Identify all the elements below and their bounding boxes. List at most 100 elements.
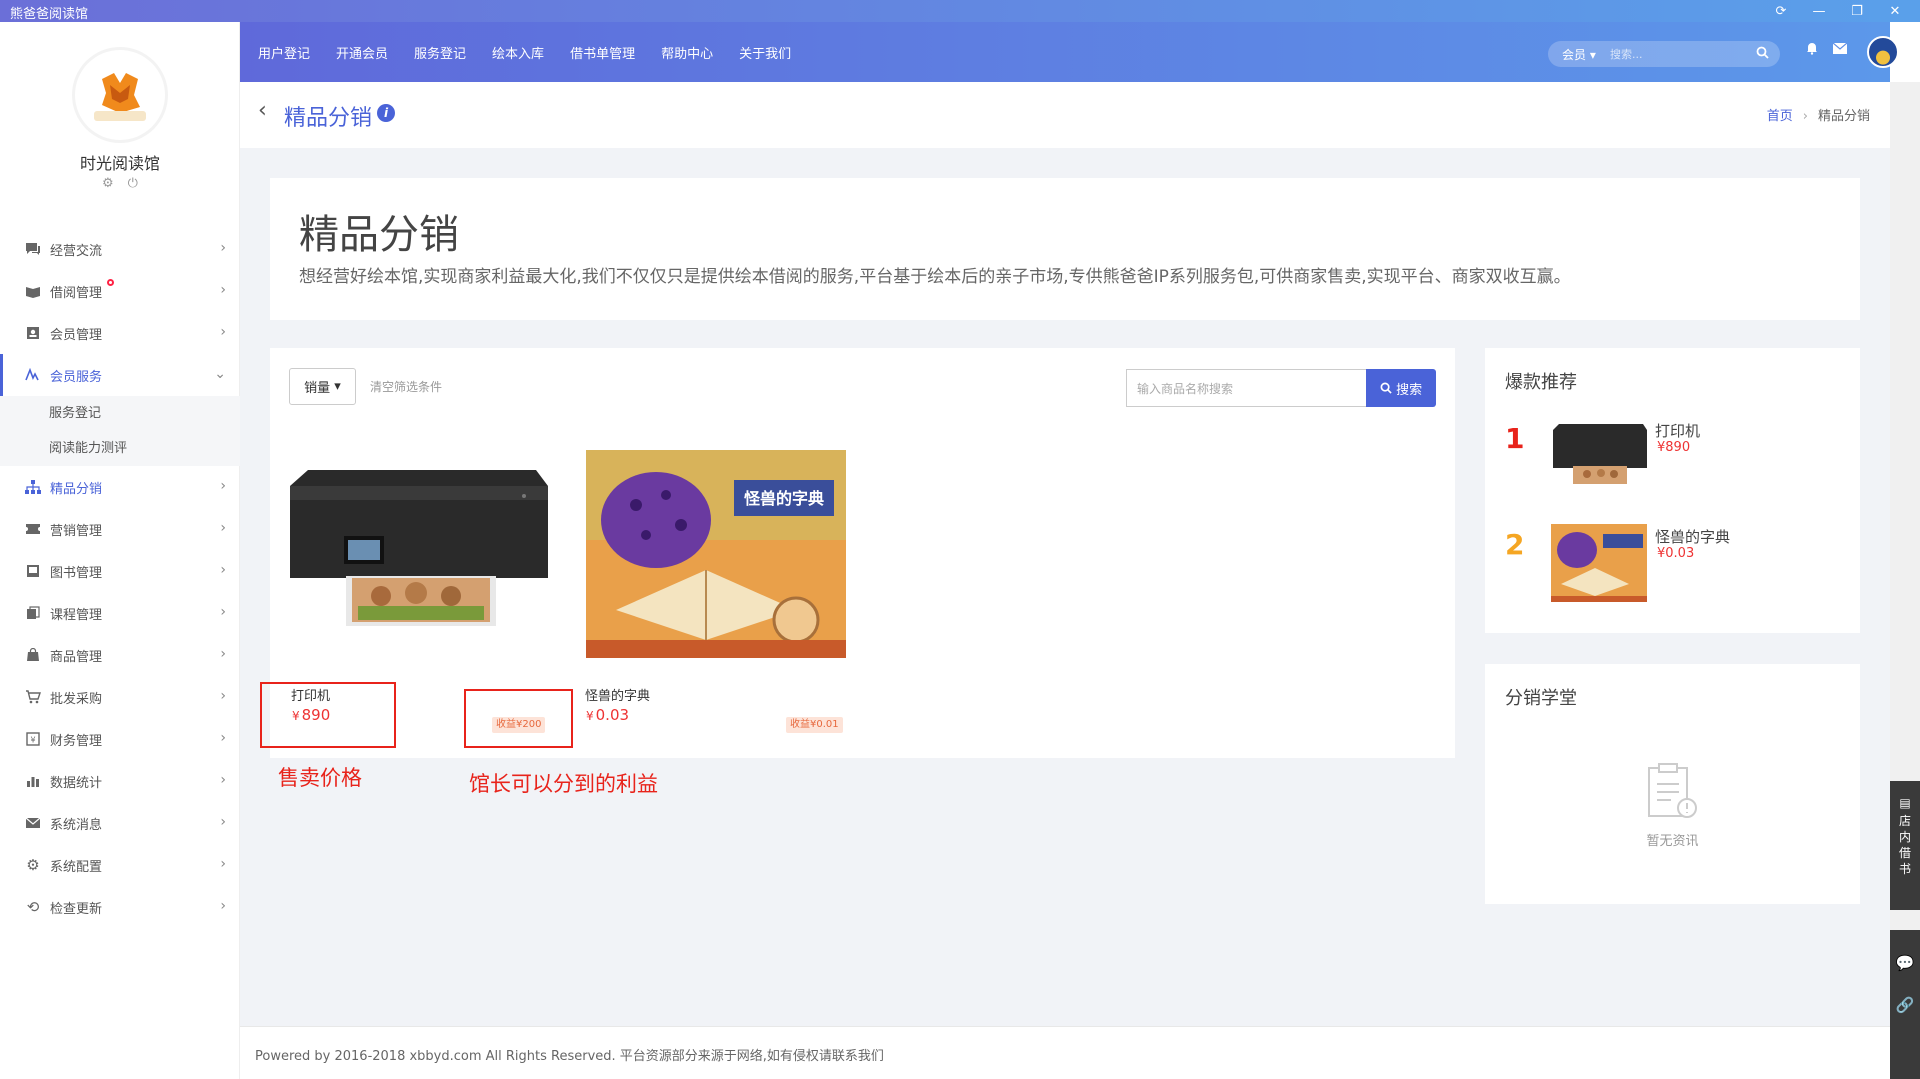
mail-icon[interactable] (1832, 42, 1848, 58)
chevron-right-icon: › (220, 646, 226, 662)
store-logo (75, 50, 165, 140)
search-type-select[interactable]: 会员 ▾ (1548, 46, 1610, 63)
hero-description: 想经营好绘本馆,实现商家利益最大化,我们不仅仅只是提供绘本借阅的服务,平台基于绘… (299, 267, 1571, 287)
chevron-right-icon: › (220, 856, 226, 872)
sidebar-item-label: 会员管理 (50, 327, 103, 343)
top-nav-links: 用户登记 开通会员 服务登记 绘本入库 借书单管理 帮助中心 关于我们 (258, 22, 791, 82)
main-content: ‹ 精品分销 i 首页 › 精品分销 精品分销 想经营好绘本馆,实现商家利益最大化,… (240, 82, 1890, 1079)
window-controls: ⟳ — ❐ ✕ (1762, 0, 1914, 22)
sidebar-item-books[interactable]: 图书管理 › (0, 550, 240, 592)
book-icon (24, 562, 42, 580)
page-header: ‹ 精品分销 i 首页 › 精品分销 (240, 82, 1890, 148)
hot-item-image-printer[interactable] (1551, 420, 1649, 490)
search-icon[interactable] (1756, 46, 1780, 63)
hot-item-image-monster-dictionary[interactable] (1551, 524, 1647, 602)
borrow-in-store-label[interactable]: ▤ 店内借书 (1890, 795, 1920, 877)
sidebar-item-label: 系统配置 (50, 859, 103, 875)
avatar[interactable] (1867, 36, 1899, 68)
product-image-printer[interactable] (286, 428, 551, 643)
nav-help-center[interactable]: 帮助中心 (661, 43, 713, 62)
close-icon[interactable]: ✕ (1876, 0, 1914, 22)
title-bar: 熊爸爸阅读馆 ⟳ — ❐ ✕ (0, 0, 1920, 22)
nav-user-register[interactable]: 用户登记 (258, 43, 310, 62)
sidebar-item-label: 数据统计 (50, 775, 103, 791)
breadcrumb: 首页 › 精品分销 (1767, 105, 1870, 124)
power-icon[interactable]: ⏻ (128, 176, 138, 191)
breadcrumb-home[interactable]: 首页 (1767, 109, 1793, 124)
clear-filter-link[interactable]: 清空筛选条件 (370, 378, 442, 395)
sync-icon: ⟲ (26, 898, 40, 916)
distribution-school-title: 分销学堂 (1505, 688, 1577, 709)
product-search-input[interactable]: 输入商品名称搜索 (1126, 369, 1366, 407)
member-card-icon (24, 324, 42, 342)
product-price: ¥0.03 (586, 706, 630, 724)
sidebar-item-courses[interactable]: 课程管理 › (0, 592, 240, 634)
chevron-right-icon: › (220, 282, 226, 298)
profit-annotation-box (464, 689, 573, 748)
nav-open-membership[interactable]: 开通会员 (336, 43, 388, 62)
chat-icon (24, 240, 42, 258)
cart-icon (24, 688, 42, 706)
sidebar-item-distribution[interactable]: 精品分销 › (0, 466, 240, 508)
sidebar-item-messages[interactable]: 系统消息 › (0, 802, 240, 844)
sidebar-item-statistics[interactable]: 数据统计 › (0, 760, 240, 802)
footer: Powered by 2016-2018 xbbyd.com All Right… (240, 1026, 1890, 1079)
app-title: 熊爸爸阅读馆 (10, 7, 89, 22)
sidebar-item-finance[interactable]: ¥ 财务管理 › (0, 718, 240, 760)
sidebar-item-business-exchange[interactable]: 经营交流 › (0, 228, 240, 270)
chevron-right-icon: › (220, 324, 226, 340)
store-name: 时光阅读馆 (79, 154, 160, 173)
restore-icon[interactable]: ❐ (1838, 0, 1876, 22)
sidebar-item-label: 检查更新 (50, 901, 103, 917)
distribution-school-card: 分销学堂 暂无资讯 (1485, 664, 1860, 904)
chevron-right-icon: › (220, 520, 226, 536)
hot-item-name[interactable]: 打印机 (1655, 420, 1700, 441)
sidebar-item-marketing[interactable]: 营销管理 › (0, 508, 240, 550)
empty-state-text: 暂无资讯 (1646, 834, 1699, 849)
chevron-down-icon: ⌄ (214, 366, 226, 382)
sidebar-item-wholesale[interactable]: 批发采购 › (0, 676, 240, 718)
wechat-icon[interactable]: 💬 (1890, 954, 1920, 972)
info-icon[interactable]: i (377, 104, 395, 122)
product-image-monster-dictionary[interactable]: 怪兽的字典 (586, 450, 846, 658)
nav-about-us[interactable]: 关于我们 (739, 43, 791, 62)
submenu-item-reading-test[interactable]: 阅读能力测评 (0, 431, 240, 466)
bar-chart-icon (24, 772, 42, 790)
rank-number: 1 (1505, 422, 1525, 455)
sidebar-item-label: 营销管理 (50, 523, 103, 539)
submenu-item-service-register[interactable]: 服务登记 (0, 396, 240, 431)
notification-dot (107, 279, 114, 286)
bag-icon (24, 646, 42, 664)
nav-book-storage[interactable]: 绘本入库 (492, 43, 544, 62)
sidebar-item-settings[interactable]: ⚙ 系统配置 › (0, 844, 240, 886)
sidebar-item-label: 精品分销 (50, 481, 103, 497)
rank-number: 2 (1505, 528, 1525, 561)
product-name[interactable]: 怪兽的字典 (585, 685, 650, 704)
link-icon[interactable]: 🔗 (1890, 996, 1920, 1014)
sort-dropdown[interactable]: 销量 ▾ (289, 368, 356, 405)
sidebar-item-borrow[interactable]: 借阅管理 › (0, 270, 240, 312)
search-input[interactable]: 搜索... (1610, 46, 1756, 62)
bell-icon[interactable] (1805, 41, 1819, 59)
chevron-right-icon: › (220, 730, 226, 746)
sidebar-item-label: 财务管理 (50, 733, 103, 749)
sidebar-item-member-service[interactable]: 会员服务 ⌄ (0, 354, 240, 396)
nav-service-register[interactable]: 服务登记 (414, 43, 466, 62)
service-icon (24, 366, 42, 384)
rail-bottom: 💬 🔗 (1890, 930, 1920, 1079)
sidebar-item-members[interactable]: 会员管理 › (0, 312, 240, 354)
hot-item-name[interactable]: 怪兽的字典 (1655, 526, 1730, 547)
back-arrow-icon[interactable]: ‹ (258, 98, 267, 123)
refresh-icon[interactable]: ⟳ (1762, 0, 1800, 22)
nav-borrow-list[interactable]: 借书单管理 (570, 43, 635, 62)
product-search-button[interactable]: 搜索 (1366, 369, 1436, 407)
sidebar-item-label: 课程管理 (50, 607, 103, 623)
sidebar-item-goods[interactable]: 商品管理 › (0, 634, 240, 676)
gear-icon[interactable]: ⚙ (102, 176, 114, 191)
sidebar-item-label: 图书管理 (50, 565, 103, 581)
sitemap-icon (24, 478, 42, 496)
minimize-icon[interactable]: — (1800, 0, 1838, 22)
sidebar-item-check-update[interactable]: ⟲ 检查更新 › (0, 886, 240, 928)
chevron-right-icon: › (220, 814, 226, 830)
hot-item-price: ¥890 (1657, 440, 1691, 455)
